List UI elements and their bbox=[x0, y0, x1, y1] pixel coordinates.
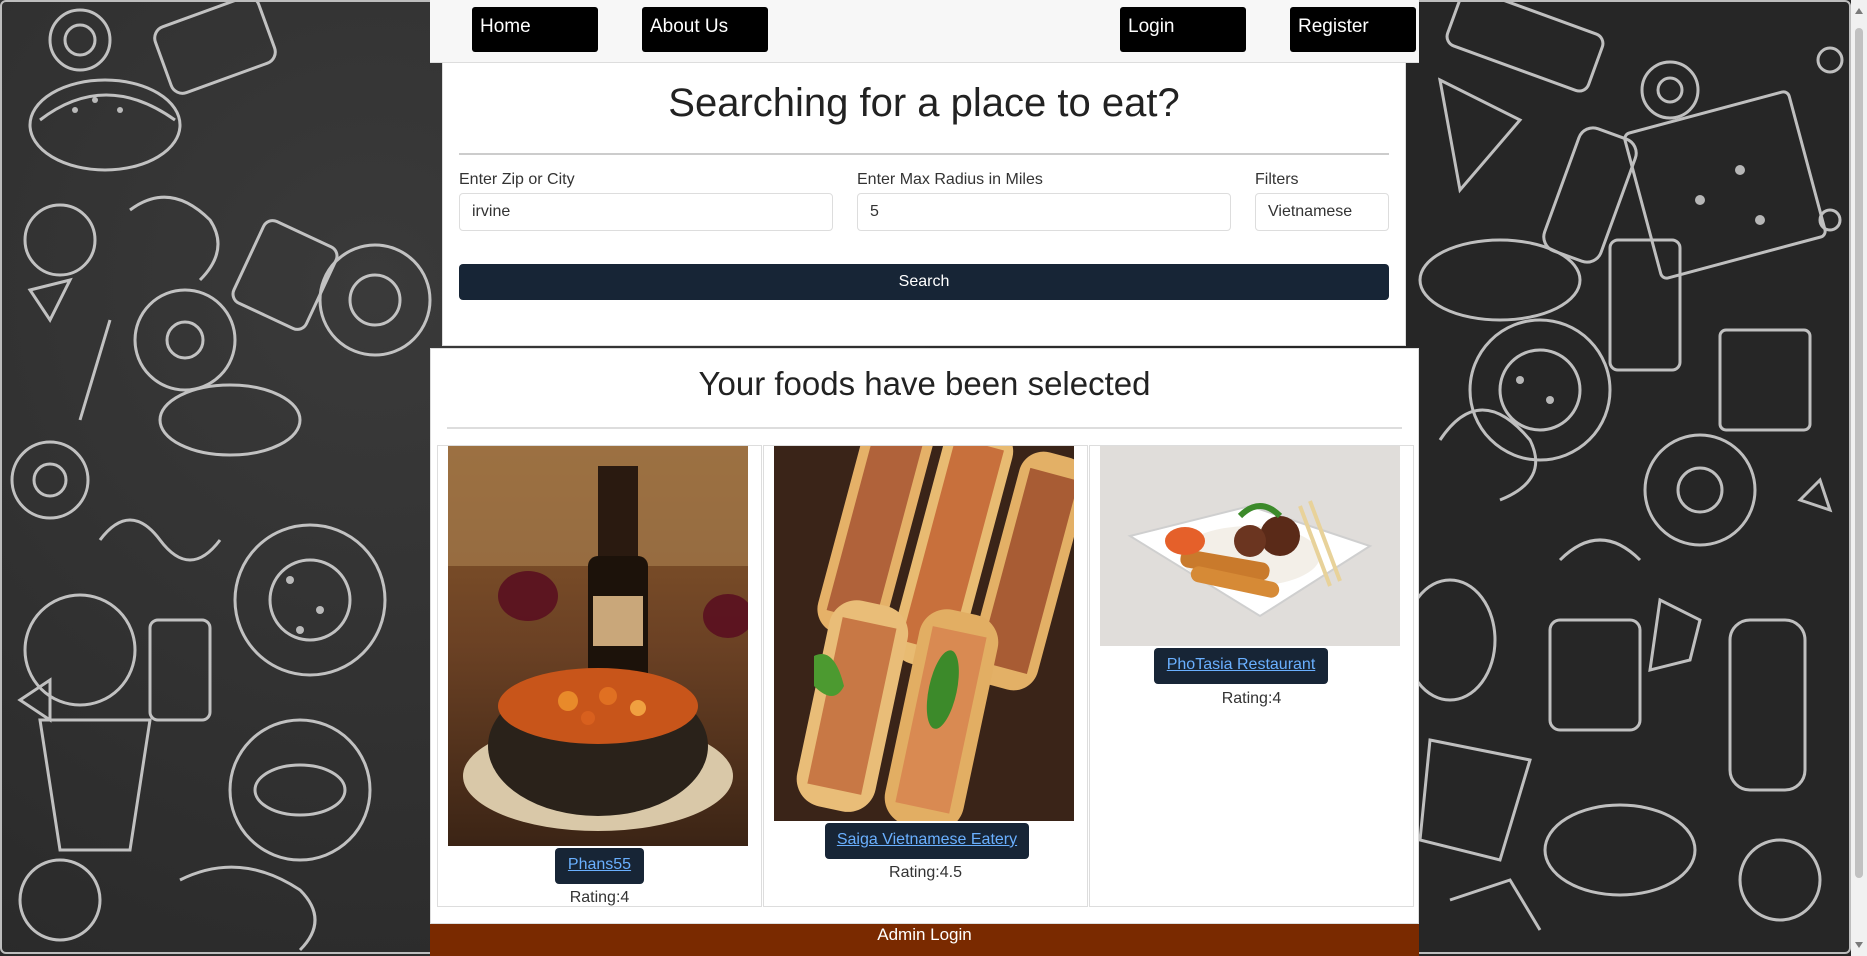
radius-input[interactable]: 5 bbox=[857, 193, 1231, 231]
restaurant-link[interactable]: PhoTasia Restaurant bbox=[1154, 648, 1328, 684]
restaurant-photo bbox=[1100, 446, 1400, 646]
about-us-button[interactable]: About Us bbox=[642, 7, 768, 52]
scroll-down-icon[interactable] bbox=[1855, 942, 1863, 948]
results-panel: Your foods have been selected Phans55 Ra… bbox=[430, 348, 1419, 924]
zip-city-input[interactable]: irvine bbox=[459, 193, 833, 231]
restaurant-photo bbox=[774, 446, 1074, 821]
restaurant-rating: Rating:4 bbox=[1221, 690, 1282, 707]
zip-label: Enter Zip or City bbox=[459, 171, 575, 188]
admin-login-link[interactable]: Admin Login bbox=[430, 924, 1419, 956]
filters-input[interactable]: Vietnamese bbox=[1255, 193, 1389, 231]
restaurant-cards: Phans55 Rating:4 Saiga Vietnamese Eatery… bbox=[437, 445, 1414, 907]
top-navbar: Home About Us Login Register bbox=[430, 0, 1419, 63]
restaurant-rating: Rating:4 bbox=[569, 889, 630, 906]
restaurant-photo bbox=[448, 446, 748, 846]
radius-label: Enter Max Radius in Miles bbox=[857, 171, 1043, 188]
scroll-up-icon[interactable] bbox=[1855, 8, 1863, 14]
results-heading: Your foods have been selected bbox=[698, 365, 1151, 402]
register-button[interactable]: Register bbox=[1290, 7, 1416, 52]
divider bbox=[459, 153, 1389, 155]
restaurant-card: PhoTasia Restaurant Rating:4 bbox=[1089, 445, 1414, 907]
filters-label: Filters bbox=[1255, 171, 1299, 188]
banh-mi-image bbox=[774, 446, 1074, 821]
search-heading: Searching for a place to eat? bbox=[668, 81, 1180, 125]
restaurant-link[interactable]: Phans55 bbox=[555, 848, 644, 884]
vertical-scrollbar[interactable] bbox=[1851, 0, 1867, 956]
login-button[interactable]: Login bbox=[1120, 7, 1246, 52]
restaurant-card: Saiga Vietnamese Eatery Rating:4.5 bbox=[763, 445, 1088, 907]
restaurant-card: Phans55 Rating:4 bbox=[437, 445, 762, 907]
home-button[interactable]: Home bbox=[472, 7, 598, 52]
spring-roll-plate-image bbox=[1100, 446, 1400, 646]
restaurant-link[interactable]: Saiga Vietnamese Eatery bbox=[825, 823, 1029, 859]
scrollbar-thumb[interactable] bbox=[1855, 28, 1863, 878]
search-button[interactable]: Search bbox=[459, 264, 1389, 300]
restaurant-rating: Rating:4.5 bbox=[889, 864, 962, 881]
search-panel: Searching for a place to eat? Enter Zip … bbox=[442, 62, 1406, 346]
food-bowl-image bbox=[448, 446, 748, 846]
divider bbox=[447, 427, 1402, 429]
